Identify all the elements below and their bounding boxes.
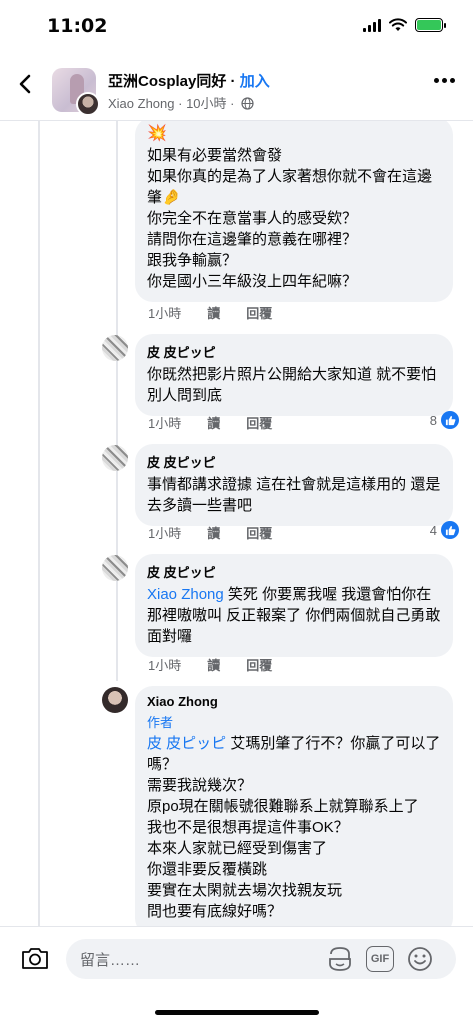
header-subtitle: Xiao Zhong · 10小時 · <box>108 93 254 112</box>
post-header: 亞洲Cosplay同好 · 加入 Xiao Zhong · 10小時 · <box>0 58 473 120</box>
poster-avatar[interactable] <box>76 92 100 116</box>
battery-icon <box>415 18 446 32</box>
reply-button[interactable]: 回覆 <box>246 523 272 542</box>
comment-emoji: 💥 <box>147 125 167 142</box>
avatar[interactable] <box>102 555 128 581</box>
comment-thread[interactable]: 💥 如果有必要當然會發 如果你真的是為了人家著想你就不會在這邊肇🤌 你完全不在意… <box>0 121 473 926</box>
comment-time[interactable]: 1小時 <box>148 413 181 432</box>
commenter-name[interactable]: Xiao Zhong <box>147 694 441 709</box>
author-badge: 作者 <box>147 715 174 730</box>
comment-time[interactable]: 1小時 <box>148 303 181 322</box>
commenter-name[interactable]: 皮 皮ピッピ <box>147 342 441 361</box>
header-title: 亞洲Cosplay同好 · 加入 <box>108 73 270 90</box>
signal-icon <box>363 18 381 32</box>
reply-button[interactable]: 回覆 <box>246 413 272 432</box>
smiley-icon[interactable] <box>406 945 434 973</box>
reply-button[interactable]: 回覆 <box>246 655 272 674</box>
like-count: 8 <box>429 412 437 428</box>
back-icon[interactable] <box>14 72 38 96</box>
reply-button[interactable]: 回覆 <box>246 303 272 322</box>
gif-icon[interactable]: GIF <box>366 946 394 972</box>
comment-time[interactable]: 1小時 <box>148 655 181 674</box>
join-button[interactable]: 加入 <box>240 73 270 90</box>
comment-placeholder: 留言…… <box>80 952 141 969</box>
mention-link[interactable]: 皮 皮ピッピ <box>147 735 226 752</box>
comment-text: Xiao Zhong 笑死 你要罵我喔 我還會怕你在那裡嗷嗷叫 反正報案了 你們… <box>147 586 441 645</box>
comment-bubble[interactable]: 皮 皮ピッピ 你既然把影片照片公開給大家知道 就不要怕別人問到底 <box>135 334 453 416</box>
comment-actions: 1小時 讀 回覆 <box>148 303 272 322</box>
poster-name[interactable]: Xiao Zhong <box>108 96 175 111</box>
comment-text: 皮 皮ピッピ 艾瑪別肇了行不？你贏了可以了嗎？ 需要我說幾次？ 原po現在關帳號… <box>147 735 441 920</box>
comment-actions: 1小時 讀 回覆 <box>148 523 272 542</box>
reaction-count[interactable]: 8 <box>430 411 459 429</box>
comment-text: 如果有必要當然會發 如果你真的是為了人家著想你就不會在這邊肇🤌 你完全不在意當事… <box>147 147 433 290</box>
comment-actions: 1小時 讀 回覆 <box>148 655 272 674</box>
avatar[interactable] <box>102 445 128 471</box>
camera-icon[interactable] <box>20 945 50 971</box>
commenter-name[interactable]: 皮 皮ピッピ <box>147 562 441 581</box>
reaction-count[interactable]: 4 <box>430 521 459 539</box>
thread-line <box>38 121 40 926</box>
wifi-icon <box>389 18 407 31</box>
reply-thread-line <box>116 121 118 681</box>
commenter-name[interactable]: 皮 皮ピッピ <box>147 452 441 471</box>
comment-time[interactable]: 1小時 <box>148 523 181 542</box>
status-icons <box>363 18 446 32</box>
comment-bubble[interactable]: 💥 如果有必要當然會發 如果你真的是為了人家著想你就不會在這邊肇🤌 你完全不在意… <box>135 121 453 302</box>
read-button[interactable]: 讀 <box>207 303 220 322</box>
more-dots-icon[interactable] <box>434 78 455 83</box>
post-time[interactable]: 10小時 <box>186 96 226 111</box>
mention-link[interactable]: Xiao Zhong <box>147 586 224 603</box>
status-time: 11:02 <box>47 15 108 37</box>
comment-text: 你既然把影片照片公開給大家知道 就不要怕別人問到底 <box>147 366 437 404</box>
like-count: 4 <box>429 522 437 538</box>
comment-bubble[interactable]: 皮 皮ピッピ 事情都講求證據 這在社會就是這樣用的 還是去多讀一些書吧 <box>135 444 453 526</box>
comment-text: 事情都講求證據 這在社會就是這樣用的 還是去多讀一些書吧 <box>147 476 441 514</box>
avatar[interactable] <box>102 687 128 713</box>
comment-bubble[interactable]: 皮 皮ピッピ Xiao Zhong 笑死 你要罵我喔 我還會怕你在那裡嗷嗷叫 反… <box>135 554 453 657</box>
avatar[interactable] <box>102 335 128 361</box>
read-button[interactable]: 讀 <box>207 413 220 432</box>
read-button[interactable]: 讀 <box>207 523 220 542</box>
comment-bubble[interactable]: Xiao Zhong 作者 皮 皮ピッピ 艾瑪別肇了行不？你贏了可以了嗎？ 需要… <box>135 686 453 926</box>
thumbs-up-icon <box>441 521 459 539</box>
sticker-icon[interactable] <box>326 945 354 973</box>
globe-icon <box>241 97 254 110</box>
home-indicator <box>155 1010 319 1015</box>
read-button[interactable]: 讀 <box>207 655 220 674</box>
status-bar: 11:02 <box>0 0 473 54</box>
group-name[interactable]: 亞洲Cosplay同好 <box>108 73 226 90</box>
thumbs-up-icon <box>441 411 459 429</box>
comment-actions: 1小時 讀 回覆 <box>148 413 272 432</box>
